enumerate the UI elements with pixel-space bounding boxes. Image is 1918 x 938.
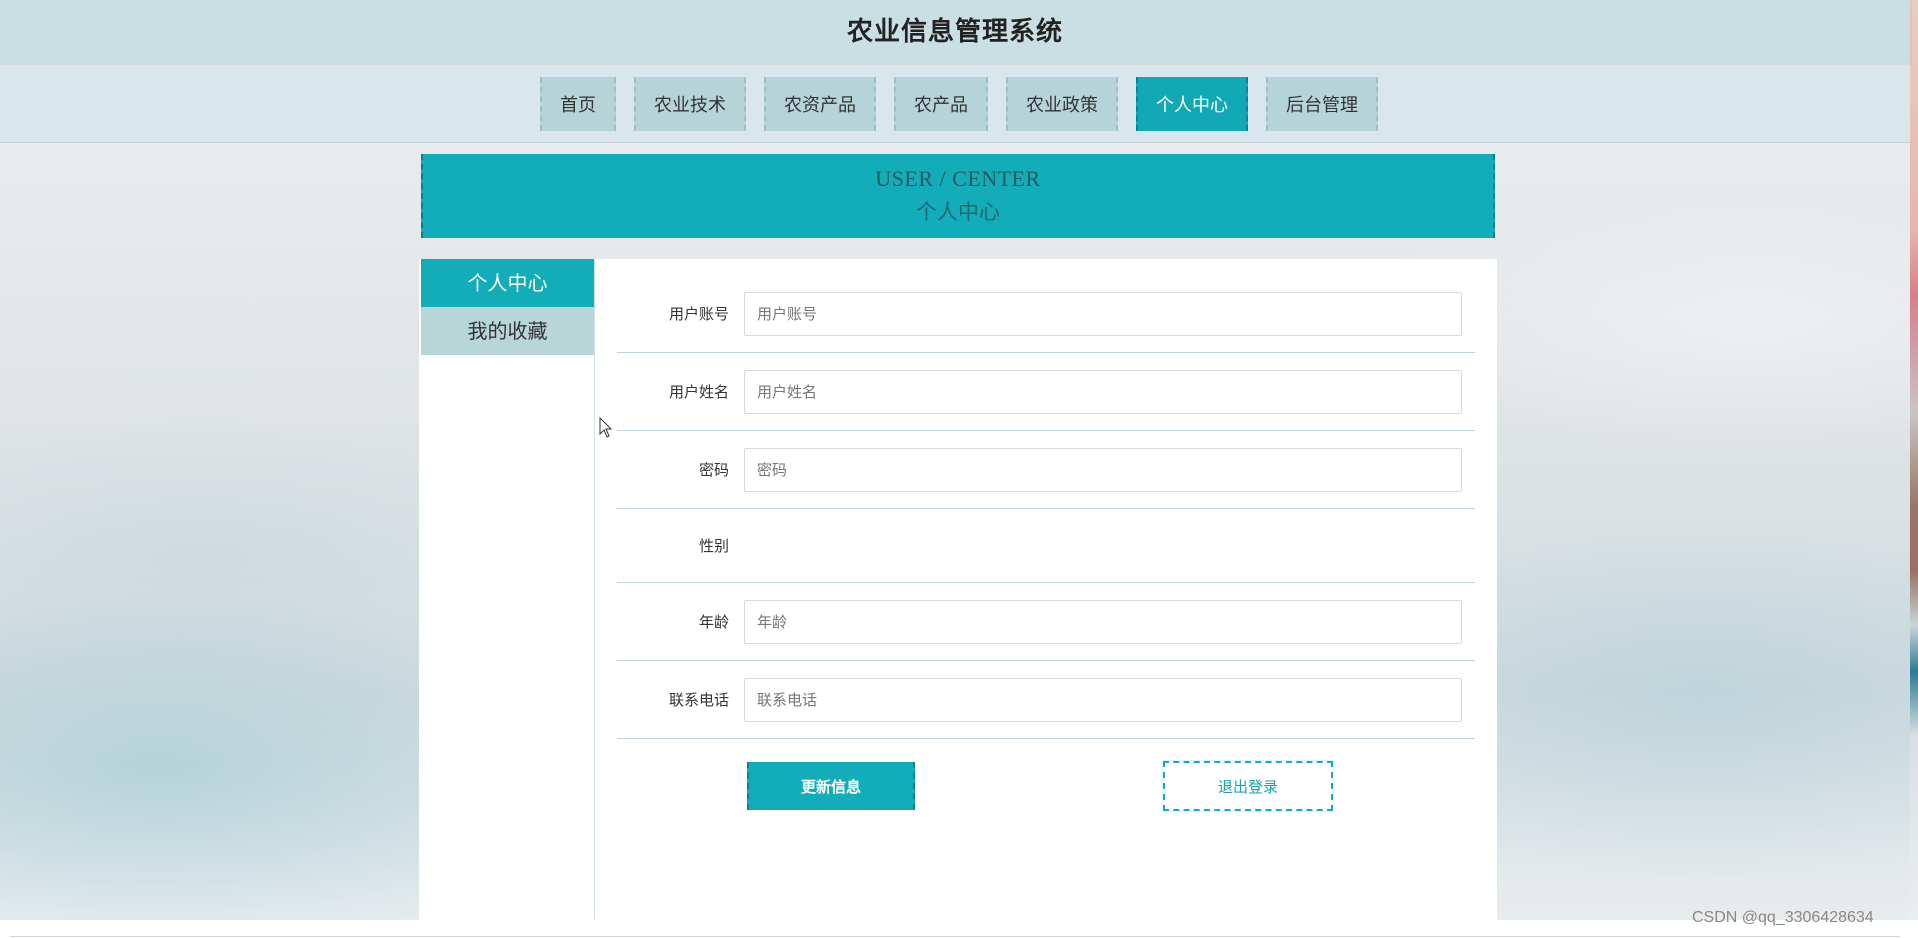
- page-banner: USER / CENTER 个人中心: [421, 154, 1495, 238]
- nav-item-agri-supplies[interactable]: 农资产品: [764, 76, 876, 131]
- form-row-name: 用户姓名: [617, 353, 1475, 431]
- form-actions: 更新信息 退出登录: [617, 739, 1475, 829]
- password-input[interactable]: [744, 447, 1462, 492]
- nav-item-agri-tech[interactable]: 农业技术: [634, 76, 746, 131]
- banner-title-cn: 个人中心: [916, 200, 1000, 224]
- account-input[interactable]: [744, 291, 1462, 336]
- gender-label: 性别: [698, 537, 729, 555]
- nav-item-agri-products[interactable]: 农产品: [894, 76, 988, 131]
- name-input[interactable]: [744, 369, 1462, 414]
- nav-item-agri-policy[interactable]: 农业政策: [1006, 76, 1118, 131]
- nav-item-home[interactable]: 首页: [540, 76, 616, 131]
- nav-item-admin[interactable]: 后台管理: [1266, 76, 1378, 131]
- main-nav: 首页 农业技术 农资产品 农产品 农业政策 个人中心 后台管理: [0, 65, 1910, 143]
- site-header: 农业信息管理系统: [0, 0, 1910, 64]
- user-sidebar: 个人中心 我的收藏: [421, 259, 595, 920]
- logout-button[interactable]: 退出登录: [1163, 761, 1333, 811]
- phone-label: 联系电话: [668, 691, 729, 709]
- form-row-gender: 性别: [617, 509, 1475, 583]
- age-input[interactable]: [744, 599, 1462, 644]
- form-row-age: 年龄: [617, 583, 1475, 661]
- update-info-button[interactable]: 更新信息: [747, 762, 915, 810]
- background-edge-strip: [1910, 0, 1918, 920]
- profile-form: 用户账号 用户姓名 密码 性别 年龄 联系电话 更新信息 退出登录: [617, 275, 1475, 829]
- age-label: 年龄: [698, 613, 729, 631]
- form-row-password: 密码: [617, 431, 1475, 509]
- form-row-phone: 联系电话: [617, 661, 1475, 739]
- form-row-account: 用户账号: [617, 275, 1475, 353]
- name-label: 用户姓名: [668, 383, 729, 401]
- bottom-bar: [0, 920, 1918, 938]
- watermark-text: CSDN @qq_3306428634: [1692, 909, 1874, 926]
- mouse-cursor-icon: [599, 417, 613, 438]
- password-label: 密码: [698, 461, 729, 479]
- site-title: 农业信息管理系统: [846, 17, 1063, 47]
- nav-item-user-center[interactable]: 个人中心: [1136, 76, 1248, 131]
- phone-input[interactable]: [744, 677, 1462, 722]
- sidebar-item-favorites[interactable]: 我的收藏: [421, 307, 594, 355]
- sidebar-item-user-center[interactable]: 个人中心: [421, 259, 594, 307]
- account-label: 用户账号: [668, 305, 729, 323]
- banner-title-en: USER / CENTER: [875, 166, 1041, 191]
- user-center-panel: 个人中心 我的收藏 用户账号 用户姓名 密码 性别 年龄 联系电话 更新信息 退…: [419, 259, 1497, 920]
